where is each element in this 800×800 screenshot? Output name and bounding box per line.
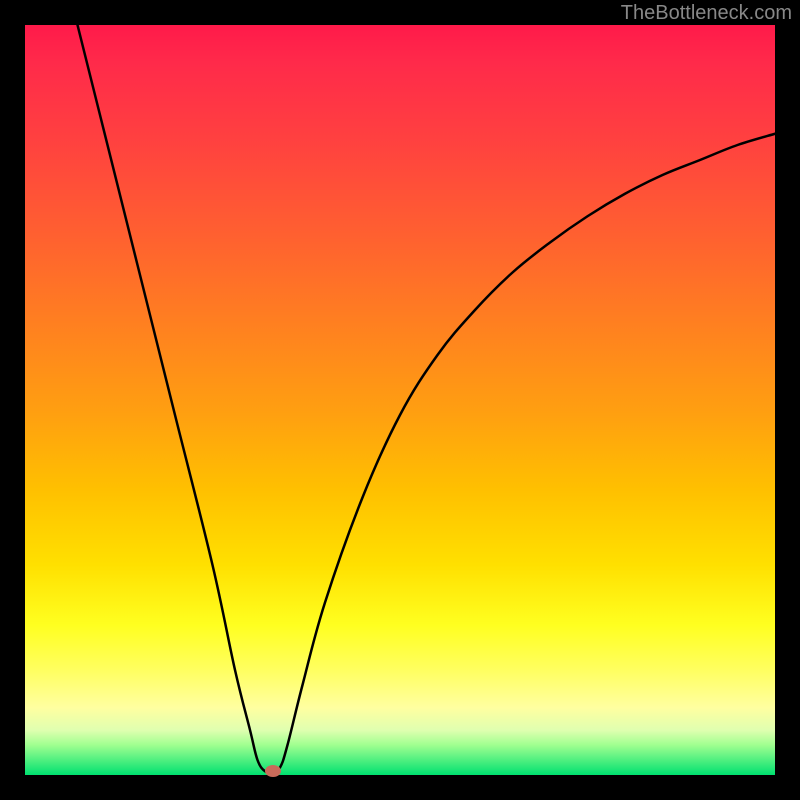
bottleneck-curve <box>25 25 775 775</box>
chart-plot-area <box>25 25 775 775</box>
optimal-point-marker <box>265 765 281 777</box>
attribution-label: TheBottleneck.com <box>621 2 792 25</box>
